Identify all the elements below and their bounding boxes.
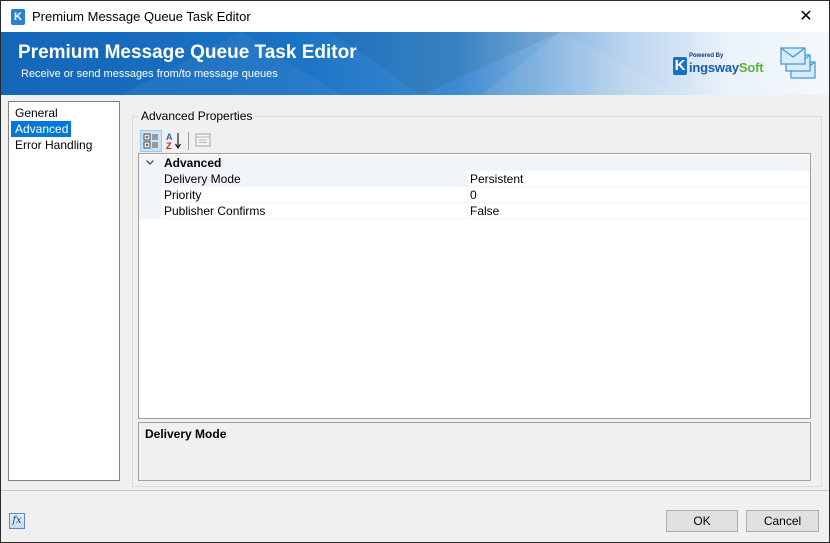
description-title: Delivery Mode [145, 427, 227, 441]
property-value[interactable]: 0 [467, 187, 810, 203]
chevron-down-icon[interactable] [145, 157, 155, 167]
alphabetical-sort-button[interactable]: A Z [164, 130, 186, 152]
expressions-fx-button[interactable]: fx [9, 513, 25, 529]
property-name: Priority [161, 187, 467, 203]
property-grid[interactable]: Advanced Delivery Mode Persistent Priori… [138, 153, 811, 419]
svg-text:Z: Z [166, 141, 172, 151]
categorized-view-button[interactable] [140, 130, 162, 152]
kingswaysoft-logo: K Powered By ingswaySoft [673, 51, 764, 77]
property-name: Publisher Confirms [161, 203, 467, 219]
banner-title: Premium Message Queue Task Editor [18, 42, 357, 63]
property-description-pane: Delivery Mode [138, 422, 811, 481]
property-value[interactable]: Persistent [467, 171, 810, 187]
property-row[interactable]: Delivery Mode Persistent [139, 171, 810, 187]
banner-subtitle: Receive or send messages from/to message… [21, 68, 278, 80]
footer-divider [1, 490, 829, 491]
header-banner: Premium Message Queue Task Editor Receiv… [1, 32, 829, 95]
ok-button[interactable]: OK [666, 510, 738, 532]
logo-brand-b: Soft [738, 60, 764, 75]
property-row[interactable]: Publisher Confirms False [139, 203, 810, 219]
property-value[interactable]: False [467, 203, 810, 219]
nav-item-advanced[interactable]: Advanced [11, 121, 71, 137]
close-button[interactable]: ✕ [783, 1, 829, 32]
property-pages-icon [195, 133, 211, 147]
cancel-button[interactable]: Cancel [746, 510, 819, 532]
category-label: Advanced [164, 156, 222, 170]
logo-brand-a: ingsway [689, 60, 739, 75]
logo-k-icon: K [673, 57, 687, 75]
window-title: Premium Message Queue Task Editor [32, 9, 251, 24]
sort-alphabetical-icon: A Z [166, 132, 182, 151]
property-pages-button[interactable] [193, 130, 215, 152]
title-bar: K Premium Message Queue Task Editor ✕ [1, 1, 829, 32]
nav-item-error-handling[interactable]: Error Handling [11, 137, 119, 153]
nav-item-general[interactable]: General [11, 105, 119, 121]
page-nav-list[interactable]: General Advanced Error Handling [8, 101, 120, 481]
toolbar-separator [188, 132, 189, 150]
property-row[interactable]: Priority 0 [139, 187, 810, 203]
category-row-advanced[interactable]: Advanced [139, 155, 810, 171]
mail-stack-icon [780, 47, 816, 79]
logo-brand: ingswaySoft [689, 60, 764, 75]
property-name: Delivery Mode [161, 171, 467, 187]
categorized-view-icon [143, 133, 158, 149]
kingswaysoft-k-icon: K [11, 9, 25, 25]
group-label: Advanced Properties [138, 109, 256, 123]
logo-powered-by: Powered By [689, 53, 724, 59]
task-editor-window: K Premium Message Queue Task Editor ✕ Pr… [0, 0, 830, 543]
